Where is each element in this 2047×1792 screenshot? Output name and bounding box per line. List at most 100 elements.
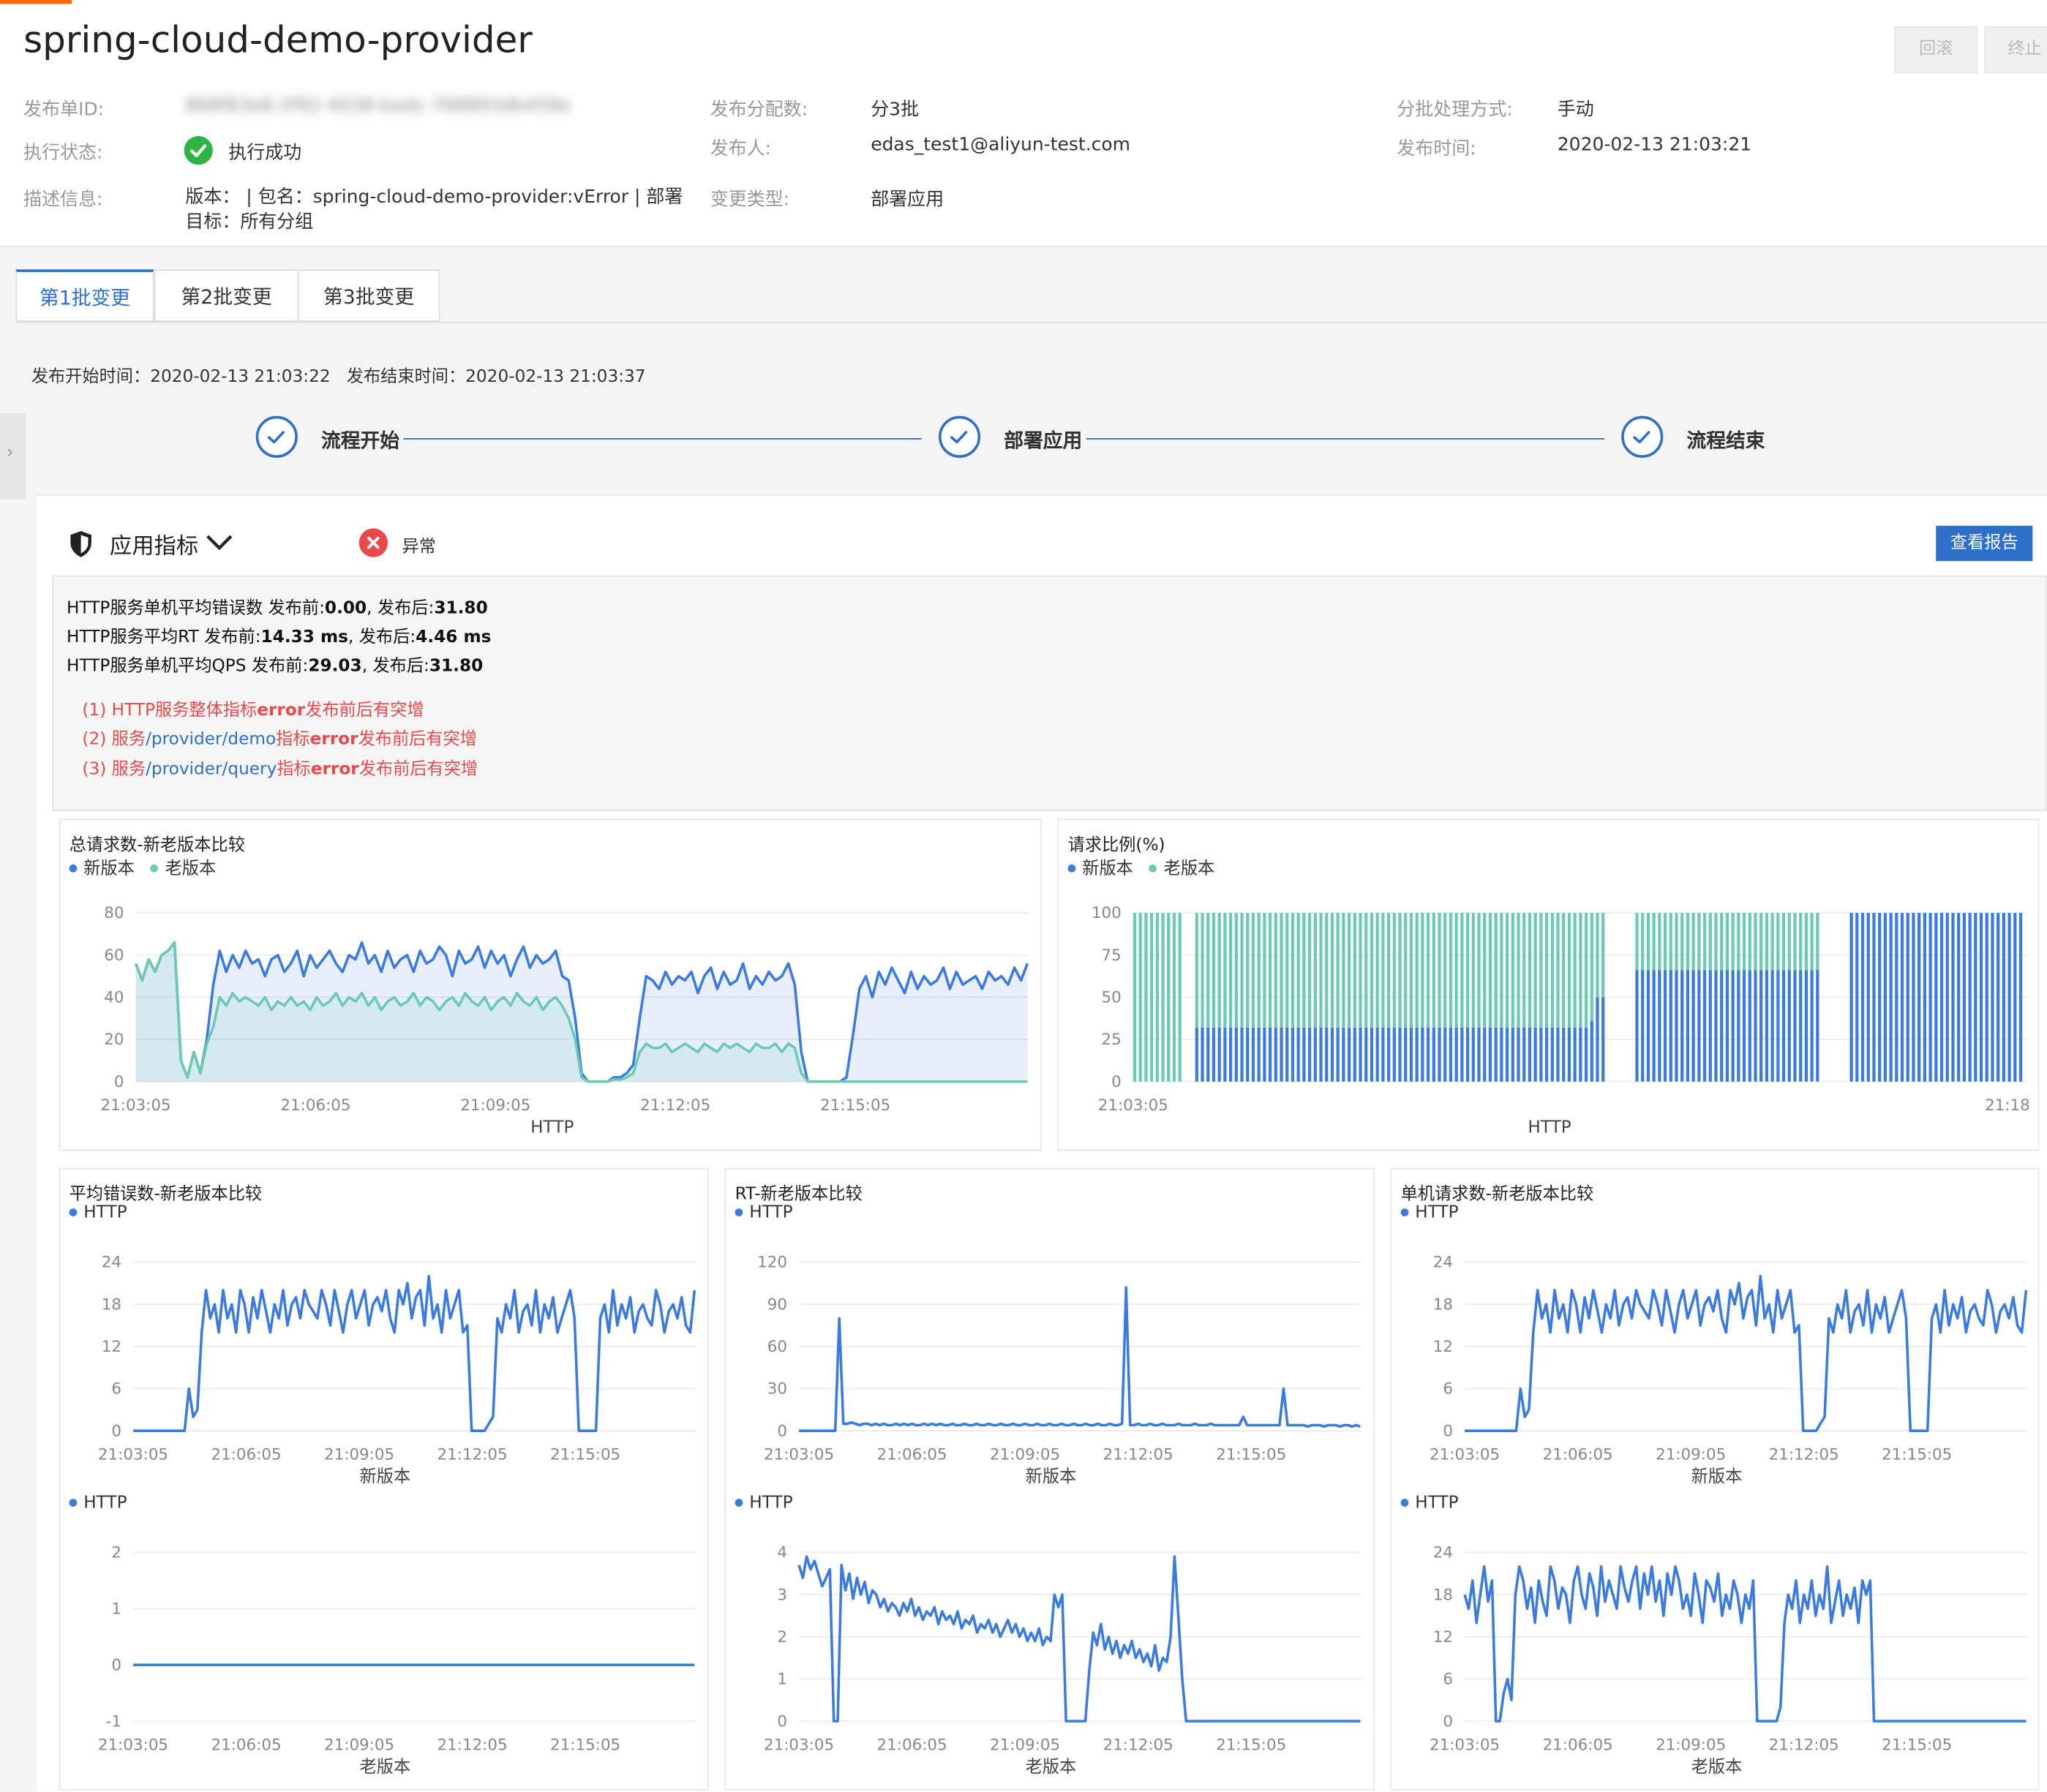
series-line <box>797 1555 1361 1723</box>
ratio-bar-new <box>1398 1027 1402 1082</box>
ratio-bar-new <box>1720 970 1724 1082</box>
ratio-bar-old <box>1641 913 1645 971</box>
chart-card-qps: 单机请求数-新老版本比较 HTTP HTTP 0 6 12 18 24 21:03:05 2… <box>1390 1167 2040 1791</box>
y-tick-label: 50 <box>1102 989 1122 1007</box>
ratio-bar-old <box>1550 913 1554 1028</box>
ratio-bar-old <box>1291 913 1295 1028</box>
ratio-bar-new <box>1939 913 1944 1082</box>
ratio-bar-new <box>1460 1027 1464 1082</box>
ratio-bar-new <box>1974 913 1977 1082</box>
ratio-bar-old <box>1409 913 1413 1028</box>
chevron-down-icon[interactable] <box>205 532 233 559</box>
alert-line-2: (2) 服务/provider/demo指标error发布前后有突增 <box>82 729 477 750</box>
ratio-bar-old <box>1680 913 1684 971</box>
y-tick-label: 6 <box>1443 1380 1453 1398</box>
ratio-bar-old <box>1280 913 1283 1028</box>
ratio-bar-old <box>1500 913 1503 1028</box>
ratio-bar-old <box>1471 913 1475 1028</box>
y-tick-label: 0 <box>1443 1712 1453 1731</box>
ratio-bar-new <box>1505 1027 1509 1082</box>
x-tick-label: 21:06:05 <box>1543 1736 1613 1754</box>
y-tick-label: 0 <box>777 1422 787 1440</box>
ratio-bar-new <box>1883 913 1888 1082</box>
ratio-bar-old <box>1754 913 1757 971</box>
ratio-bar-new <box>1562 1027 1566 1082</box>
chart-total-svg: 0 20 40 60 80 21:03:05 21:06:05 21:09:05 21:12:0… <box>101 904 1029 1137</box>
ratio-bar-old <box>1494 913 1498 1028</box>
ratio-bar-new <box>1381 1027 1385 1082</box>
tab-batch-1[interactable]: 第1批变更 <box>15 269 154 322</box>
ratio-bar-old <box>1562 913 1566 1028</box>
y-tick-label: 6 <box>1443 1671 1453 1689</box>
top-accent-bar <box>0 0 72 4</box>
ratio-bar-new <box>2018 913 2023 1082</box>
ratio-bar-new <box>1285 1027 1289 1082</box>
ratio-bar-new <box>1658 970 1661 1082</box>
x-tick-label: 21:12:05 <box>1769 1736 1839 1754</box>
ratio-bar-old <box>1263 913 1266 1028</box>
ratio-bar-new <box>1635 970 1639 1082</box>
ratio-bar-new <box>1725 970 1729 1082</box>
chart-rt-old-svg: 0 1 2 3 4 21:03:05 21:06:05 21:09:05 21:12:05 21:… <box>764 1544 1362 1777</box>
x-tick-label: 21:06:05 <box>877 1736 947 1754</box>
ratio-bar-new <box>1511 1027 1514 1082</box>
ratio-bar-old <box>1714 913 1718 971</box>
x-tick-label: 21:09:05 <box>990 1736 1060 1754</box>
ratio-bar-new <box>1641 970 1645 1082</box>
ratio-bar-new <box>1217 1027 1221 1082</box>
ratio-bar-new <box>1804 970 1809 1082</box>
desc-label: 描述信息: <box>23 189 103 211</box>
ratio-bar-old <box>1810 913 1814 971</box>
ratio-bar-old <box>1511 913 1514 1028</box>
ratio-bar-old <box>1330 913 1334 1028</box>
ratio-bar-new <box>1985 913 1988 1082</box>
side-expand-handle[interactable]: › <box>0 413 26 500</box>
x-axis-label: 老版本 <box>1691 1757 1743 1777</box>
batch-times: 发布开始时间：2020-02-13 21:03:22 发布结束时间：2020-0… <box>31 362 646 387</box>
ratio-bar-old <box>1319 913 1323 1028</box>
ratio-bar-old <box>1212 913 1216 1028</box>
y-tick-label: 90 <box>767 1295 787 1314</box>
ratio-bar-new <box>1477 1027 1481 1082</box>
ratio-bar-new <box>1539 1027 1543 1082</box>
ratio-bar-old <box>1178 913 1182 1082</box>
ratio-bar-new <box>1347 1027 1351 1082</box>
ratio-bar-new <box>1968 913 1972 1082</box>
step-label: 部署应用 <box>1004 429 1083 453</box>
y-tick-label: 3 <box>777 1586 787 1604</box>
ratio-bar-new <box>1268 1027 1272 1082</box>
rollback-button[interactable]: 回滚 <box>1894 26 1978 74</box>
tab-batch-2[interactable]: 第2批变更 <box>154 269 299 322</box>
y-tick-label: 60 <box>767 1338 787 1356</box>
ratio-bar-new <box>1556 1027 1560 1082</box>
series-line <box>133 1275 696 1432</box>
view-report-button[interactable]: 查看报告 <box>1936 525 2033 562</box>
y-tick-label: 2 <box>777 1628 787 1646</box>
terminate-button[interactable]: 终止 <box>1984 26 2047 74</box>
ratio-bar-new <box>1359 1027 1362 1082</box>
ratio-bar-old <box>1675 913 1678 971</box>
batch-count-label: 发布分配数: <box>710 99 808 121</box>
ratio-bar-old <box>1770 913 1774 971</box>
ratio-bar-new <box>1675 970 1678 1082</box>
ratio-bar-old <box>1353 913 1356 1028</box>
ratio-bar-old <box>1528 913 1532 1028</box>
y-tick-label: 0 <box>1443 1422 1453 1440</box>
ratio-bar-new <box>1810 970 1814 1082</box>
ratio-bar-new <box>1787 970 1791 1082</box>
step-label: 流程结束 <box>1686 429 1765 453</box>
ratio-bar-new <box>1991 913 1994 1082</box>
y-tick-label: -1 <box>106 1712 121 1731</box>
ratio-bar-old <box>1438 913 1441 1028</box>
y-tick-label: 100 <box>1092 904 1122 922</box>
ratio-bar-new <box>1325 1027 1329 1082</box>
ratio-bar-old <box>1702 913 1707 971</box>
ratio-bar-old <box>1325 913 1329 1028</box>
ratio-bar-old <box>1421 913 1424 1028</box>
tab-batch-3[interactable]: 第3批变更 <box>297 269 440 322</box>
ratio-bar-new <box>1195 1027 1198 1082</box>
metrics-title: 应用指标 <box>109 533 199 560</box>
ratio-bar-new <box>1895 913 1898 1082</box>
ratio-bar-old <box>1359 913 1362 1028</box>
ratio-bar-old <box>1217 913 1221 1028</box>
